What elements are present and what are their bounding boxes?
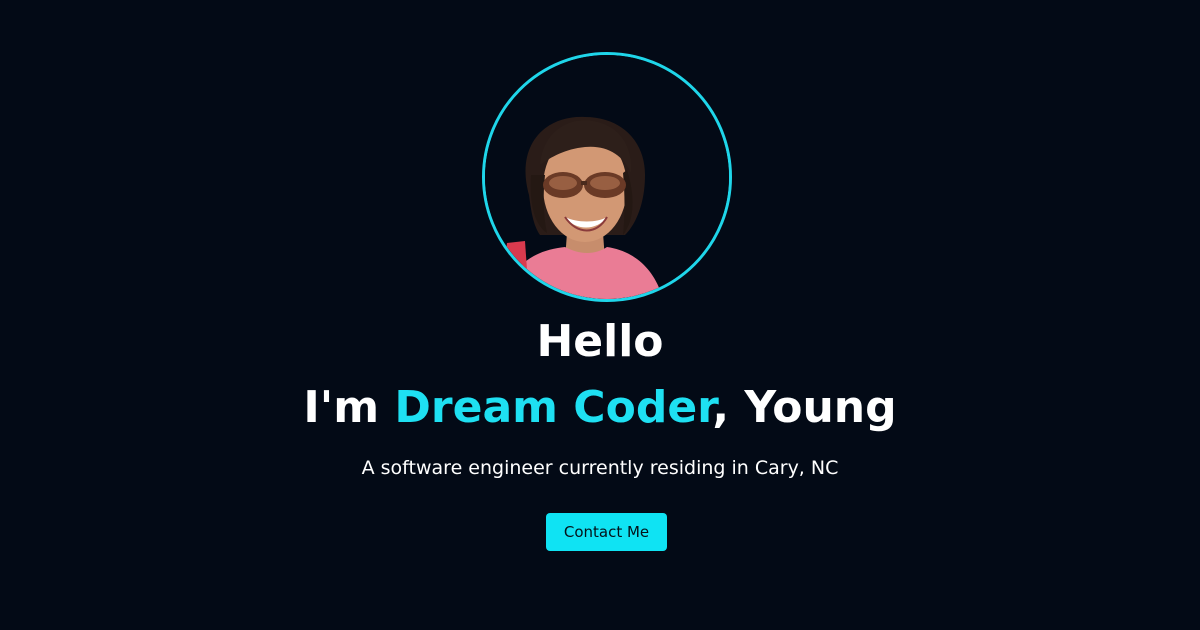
hero-section: Hello I'm Dream Coder, Young A software … [0, 0, 1200, 630]
intro-heading: I'm Dream Coder, Young [0, 382, 1200, 434]
avatar [482, 52, 732, 302]
avatar-photo [485, 55, 729, 299]
intro-highlight-name: Dream Coder [394, 382, 713, 433]
intro-suffix: , Young [712, 382, 897, 433]
contact-me-button[interactable]: Contact Me [546, 513, 667, 551]
intro-prefix: I'm [303, 382, 395, 433]
tagline: A software engineer currently residing i… [361, 457, 839, 479]
greeting-heading: Hello [536, 316, 664, 367]
